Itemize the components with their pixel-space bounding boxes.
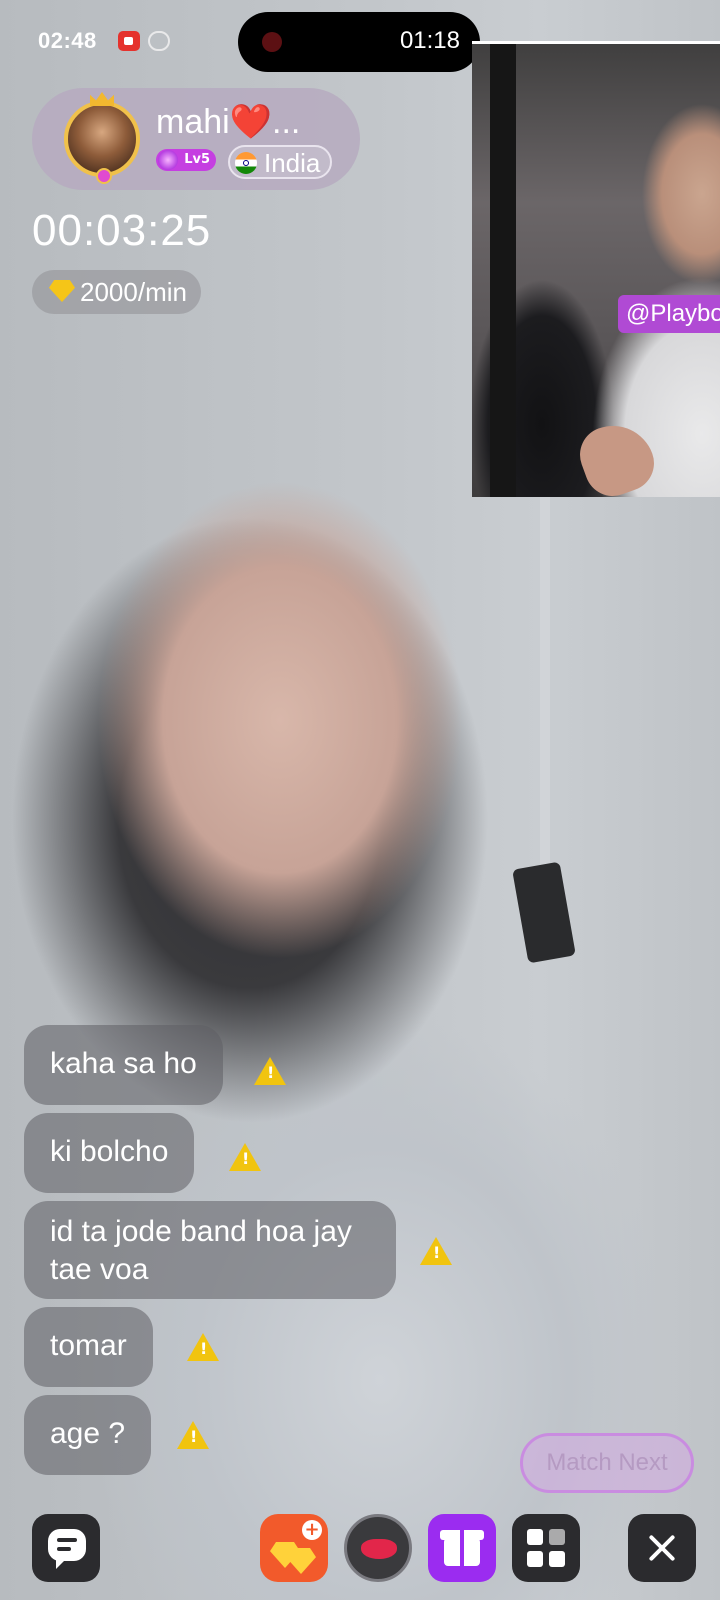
lips-effect-icon — [361, 1539, 397, 1559]
profile-name: mahi❤️... — [156, 103, 301, 141]
diamond-icon — [49, 280, 75, 302]
call-timer: 00:03:25 — [32, 206, 212, 255]
chat-message-text: age ? — [50, 1417, 126, 1450]
grid-cell — [549, 1551, 565, 1567]
pip-background-pole — [490, 44, 516, 497]
grid-cell — [527, 1551, 543, 1567]
recording-dot-icon — [262, 32, 282, 52]
rate-label: 2000/min — [80, 277, 187, 307]
match-next-button[interactable]: Match Next — [520, 1433, 694, 1493]
chat-icon-line — [57, 1538, 77, 1542]
chat-message-text: ki bolcho — [50, 1135, 169, 1168]
chat-message: id ta jode band hoa jay tae voa — [24, 1201, 396, 1299]
pip-watermark: @Playbo — [618, 295, 720, 333]
chat-icon-line — [57, 1547, 71, 1551]
gift-ribbon — [460, 1530, 464, 1566]
gift-button[interactable] — [428, 1514, 496, 1582]
country-label: India — [264, 148, 321, 178]
status-time: 02:48 — [38, 28, 97, 53]
level-label: Lv5 — [184, 152, 210, 167]
level-badge: Lv5 — [156, 149, 216, 171]
chat-message-text: id ta jode band hoa jay tae voa — [50, 1215, 352, 1286]
chat-message-text: tomar — [50, 1329, 127, 1362]
background-chair — [512, 861, 576, 964]
india-flag-icon — [235, 152, 257, 174]
level-gem-icon — [158, 150, 178, 170]
ongoing-call-pill[interactable]: 01:18 — [238, 12, 480, 72]
screen-record-icon — [118, 31, 140, 51]
cast-icon — [148, 31, 170, 51]
profile-card[interactable]: mahi❤️... Lv5 India — [32, 88, 360, 190]
avatar-gem-icon — [96, 168, 112, 184]
chat-icon — [48, 1529, 86, 1561]
grid-menu-icon — [527, 1529, 543, 1545]
buy-coins-button[interactable]: + — [260, 1514, 328, 1582]
chat-message: ki bolcho — [24, 1113, 195, 1193]
call-duration: 01:18 — [399, 27, 460, 54]
country-badge: India — [228, 145, 332, 179]
grid-cell — [549, 1529, 565, 1545]
chat-message-text: kaha sa ho — [50, 1047, 197, 1080]
effect-button[interactable] — [344, 1514, 412, 1582]
avatar[interactable] — [64, 101, 140, 177]
crown-icon — [90, 92, 114, 106]
local-video-pip[interactable]: @Playbo — [472, 41, 720, 497]
chat-message: tomar — [24, 1307, 153, 1387]
chat-message: age ? — [24, 1395, 152, 1475]
rate-pill: 2000/min — [32, 270, 201, 314]
end-call-button[interactable] — [628, 1514, 696, 1582]
pip-hand — [572, 414, 662, 497]
plus-icon: + — [302, 1520, 322, 1540]
coin-icon — [286, 1548, 316, 1574]
chat-message: kaha sa ho — [24, 1025, 223, 1105]
more-menu-button[interactable] — [512, 1514, 580, 1582]
chat-button[interactable] — [32, 1514, 100, 1582]
